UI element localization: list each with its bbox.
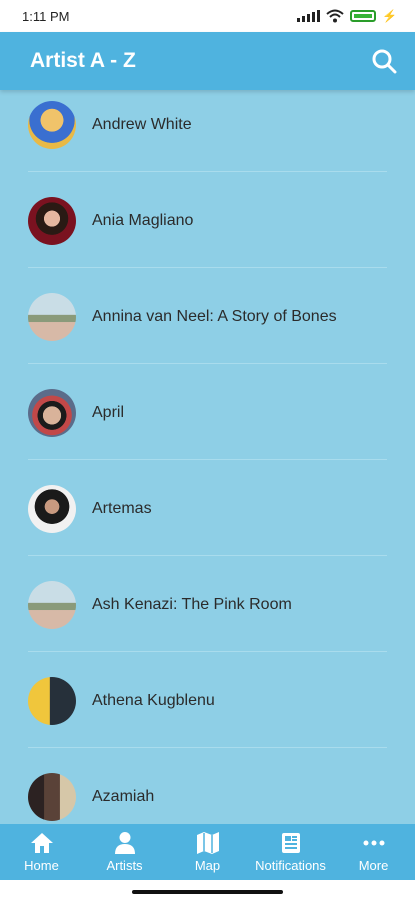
bottom-nav: Home Artists Map Notifications More	[0, 824, 415, 880]
avatar	[28, 677, 76, 725]
divider	[28, 363, 387, 364]
artist-name: Azamiah	[92, 788, 155, 805]
nav-notifications[interactable]: Notifications	[249, 831, 332, 873]
wifi-icon	[326, 9, 344, 23]
person-icon	[114, 832, 135, 854]
artist-name: Ash Kenazi: The Pink Room	[92, 596, 292, 613]
list-item[interactable]: Artemas	[0, 461, 415, 557]
list-item[interactable]: Andrew White	[0, 90, 415, 173]
nav-more[interactable]: More	[332, 831, 415, 873]
search-button[interactable]	[367, 44, 401, 78]
list-item[interactable]: April	[0, 365, 415, 461]
list-item[interactable]: Annina van Neel: A Story of Bones	[0, 269, 415, 365]
nav-more-label: More	[358, 858, 389, 873]
nav-map[interactable]: Map	[166, 831, 249, 873]
artist-list[interactable]: Andrew White Ania Magliano Annina van Ne…	[0, 90, 415, 824]
artist-name: Andrew White	[92, 116, 192, 133]
more-dots-icon	[363, 840, 384, 846]
nav-artists-label: Artists	[106, 858, 143, 873]
divider	[28, 171, 387, 172]
home-icon	[30, 833, 53, 853]
divider	[28, 459, 387, 460]
nav-home[interactable]: Home	[0, 831, 83, 873]
app-bar: Artist A - Z	[0, 32, 415, 90]
nav-home-label: Home	[24, 858, 59, 873]
avatar	[28, 581, 76, 629]
divider	[28, 267, 387, 268]
battery-icon	[350, 10, 377, 22]
avatar	[28, 293, 76, 341]
divider	[28, 651, 387, 652]
newspaper-icon	[281, 833, 300, 853]
nav-map-label: Map	[194, 858, 221, 873]
artist-name: April	[92, 404, 125, 421]
charging-icon: ⚡	[382, 9, 397, 23]
avatar	[28, 197, 76, 245]
search-icon	[372, 49, 397, 74]
status-bar: 1:11 PM ⚡	[0, 0, 415, 32]
avatar	[28, 485, 76, 533]
list-item[interactable]: Athena Kugblenu	[0, 653, 415, 749]
status-icons: ⚡	[297, 9, 397, 23]
nav-notifications-label: Notifications	[255, 858, 326, 873]
avatar	[28, 101, 76, 149]
home-gesture-bar[interactable]	[132, 890, 283, 894]
map-icon	[196, 832, 219, 854]
signal-icon	[297, 10, 321, 22]
list-item[interactable]: Azamiah	[0, 749, 415, 824]
artist-name: Athena Kugblenu	[92, 692, 215, 709]
divider	[28, 747, 387, 748]
status-time: 1:11 PM	[22, 8, 70, 24]
divider	[28, 555, 387, 556]
avatar	[28, 389, 76, 437]
artist-name: Ania Magliano	[92, 212, 194, 229]
artist-name: Annina van Neel: A Story of Bones	[92, 308, 337, 325]
nav-artists[interactable]: Artists	[83, 831, 166, 873]
avatar	[28, 773, 76, 821]
artist-name: Artemas	[92, 500, 152, 517]
page-title: Artist A - Z	[30, 49, 136, 72]
list-item[interactable]: Ania Magliano	[0, 173, 415, 269]
list-item[interactable]: Ash Kenazi: The Pink Room	[0, 557, 415, 653]
